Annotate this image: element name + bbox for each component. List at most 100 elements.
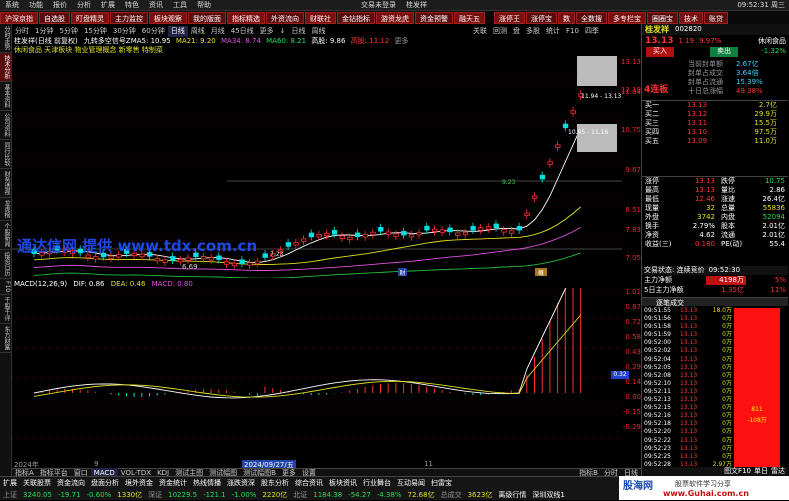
candle-body[interactable] [331,230,338,235]
candle-body[interactable] [301,238,307,242]
period-tab[interactable]: 更多 [257,26,277,37]
toolbar-button[interactable]: 板块观察 [149,11,187,24]
candle-body[interactable] [208,257,215,261]
candle-body[interactable] [547,161,553,165]
candle-body[interactable] [532,195,538,199]
toolbar-button[interactable]: 圈圈宝 [647,11,678,24]
candle-body[interactable] [216,255,222,261]
period-tool[interactable]: 多股 [523,26,543,37]
left-tab[interactable]: 千股千评 [0,295,11,325]
candle-body[interactable] [108,255,114,259]
candle-body[interactable] [539,174,546,180]
period-tab[interactable]: 分时 [12,26,32,37]
bid-row[interactable]: 买三 13.11 15.5万 [642,119,788,128]
candle-body[interactable] [200,256,207,260]
candle-body[interactable] [431,228,438,232]
candle-body[interactable] [524,212,530,216]
left-tab[interactable]: F10 [0,279,11,296]
candle-body[interactable] [85,254,91,258]
left-tab[interactable]: 公司资料 [0,111,11,140]
left-tab[interactable]: 技术分析 [0,53,11,82]
candle-body[interactable] [408,234,415,238]
period-tab[interactable]: 45日线 [228,26,257,37]
candle-body[interactable] [478,227,484,231]
left-tab[interactable]: 基本资料 [0,82,11,111]
event-marker[interactable]: 财 [398,268,407,277]
more-link[interactable]: 更多 [395,37,409,45]
period-tool[interactable]: 统计 [543,26,563,37]
period-tab[interactable]: 周线 [309,26,329,37]
toolbar-button[interactable]: 沪深京指 [0,11,38,24]
toolbar-button[interactable]: 盯盘精灵 [71,11,109,24]
toolbar-button[interactable]: 融天五 [454,11,485,24]
left-tab[interactable]: 分时走势 [0,24,11,53]
candle-body[interactable] [370,231,376,236]
extension-tab[interactable]: 关联股票 [20,477,54,489]
candle-body[interactable] [470,226,476,231]
candle-body[interactable] [401,230,407,236]
toolbar-button[interactable]: 涨停王 [494,11,525,24]
candle-body[interactable] [293,242,299,246]
toolbar-button[interactable]: 涨停宝 [526,11,557,24]
period-tab[interactable]: 周线 [188,26,208,37]
toolbar-button[interactable]: 账贷 [704,11,728,24]
kline-chart[interactable]: 11.94 - 13.13 10.95 - 11.16 6.69 7.23 9.… [12,56,622,278]
menu-item[interactable]: 帮助 [192,0,216,11]
left-tab[interactable]: 个股新闻 [0,221,11,250]
toolbar-button[interactable]: 主力监控 [110,11,148,24]
extension-tab[interactable]: 股东分析 [258,477,292,489]
candle-body[interactable] [339,235,345,239]
toolbar-button[interactable]: 外资流向 [266,11,304,24]
extension-tab[interactable]: 热线情播 [190,477,224,489]
panel-tab[interactable]: 图文F10 [724,467,751,476]
candle-body[interactable] [262,253,268,258]
candle-body[interactable] [354,232,361,238]
candle-body[interactable] [362,234,369,238]
period-tab[interactable]: 月线 [208,26,228,37]
toolbar-button[interactable]: 资金预警 [415,11,453,24]
menu-item[interactable]: 扩展 [96,0,120,11]
candle-body[interactable] [347,236,353,241]
period-tab[interactable]: 60分钟 [139,26,168,37]
period-tab[interactable]: 日线 [167,26,188,37]
toolbar-button[interactable]: 自选股 [39,11,70,24]
menu-item[interactable]: 功能 [24,0,48,11]
menu-item[interactable]: 分析 [72,0,96,11]
period-tab[interactable]: 1分钟 [32,26,56,37]
extension-tab[interactable]: 扫雷宝 [428,477,455,489]
extension-tab[interactable]: 资金统计 [156,477,190,489]
tick-list[interactable]: 09:51:55 13.13 18.0万 09:51:56 13.13 0万 09:51:5… [642,307,734,469]
candle-body[interactable] [485,226,492,230]
sell-button[interactable]: 卖出 [710,47,738,57]
toolbar-button[interactable]: 全数搜 [576,11,607,24]
candle-body[interactable] [254,260,261,265]
buy-button[interactable]: 买入 [646,47,674,57]
candle-body[interactable] [185,257,191,261]
candle-body[interactable] [316,233,322,238]
candle-body[interactable] [447,227,453,233]
left-tab[interactable]: 财务透视 [0,169,11,198]
period-tool[interactable]: 关联 [470,26,490,37]
bid-row[interactable]: 买四 13.10 97.5万 [642,128,788,137]
candle-body[interactable] [385,231,392,235]
period-tool[interactable]: 四季 [582,26,602,37]
left-tab[interactable]: 龙虎榜 [0,198,11,221]
left-tab[interactable]: 东方财富 [0,324,11,354]
candle-body[interactable] [308,232,315,238]
candle-body[interactable] [393,233,399,237]
bid-row[interactable]: 买一 13.13 2.7亿 [642,101,788,110]
candle-body[interactable] [154,258,161,262]
extension-tab[interactable]: 板块资讯 [326,477,360,489]
left-tab[interactable]: 投资日历 [0,250,11,279]
menu-item[interactable]: 工具 [168,0,192,11]
extension-tab[interactable]: 扩展 [0,477,20,489]
menu-item[interactable]: 报价 [48,0,72,11]
panel-tab[interactable]: 雷达 [771,467,785,476]
candle-body[interactable] [177,258,184,263]
extension-tab[interactable]: 盘面分析 [88,477,122,489]
extension-tab[interactable]: 行业舞台 [360,477,394,489]
period-tab[interactable]: 30分钟 [110,26,139,37]
toolbar-button[interactable]: 数 [558,11,575,24]
macd-chart[interactable] [12,288,622,450]
candle-body[interactable] [239,259,245,264]
